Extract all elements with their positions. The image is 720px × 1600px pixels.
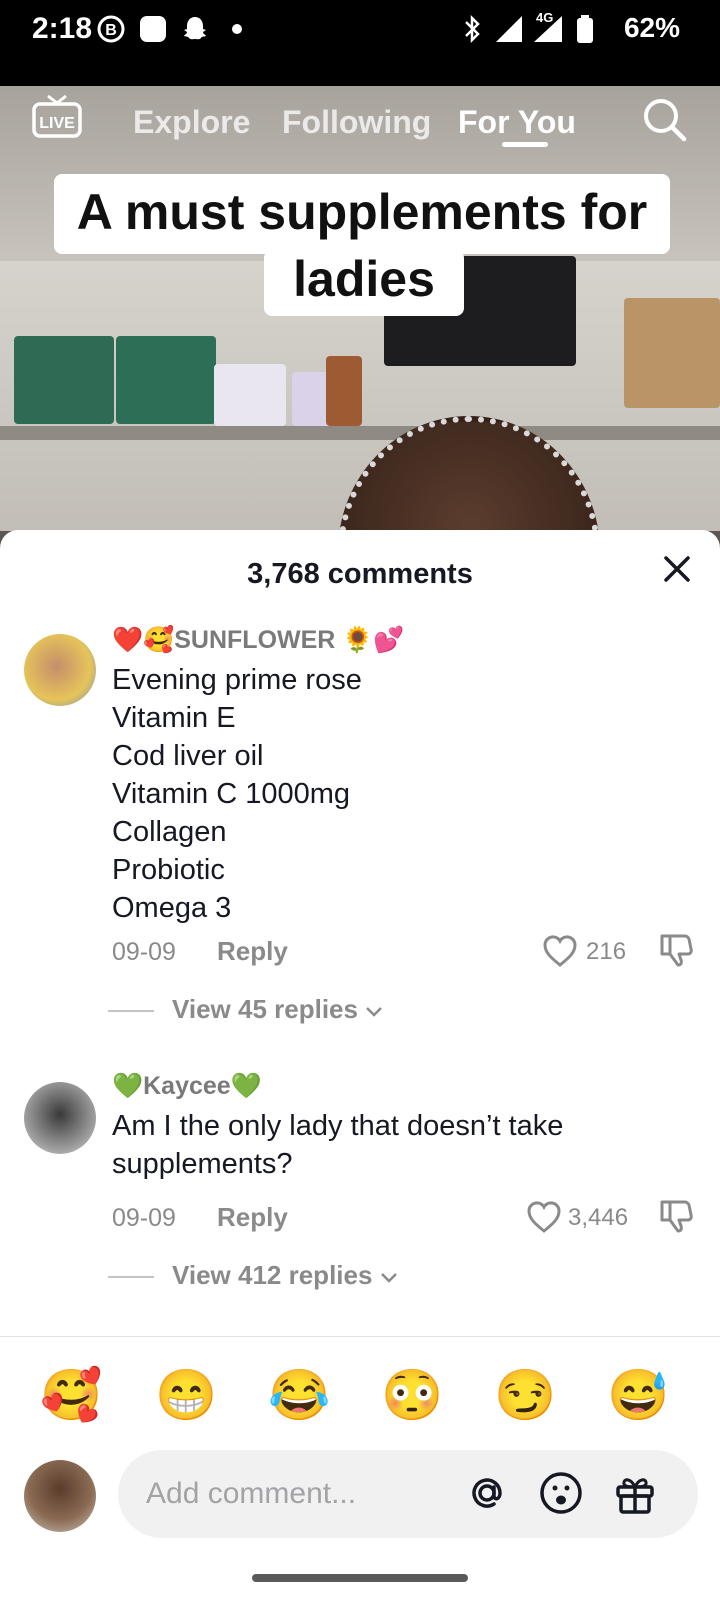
video-caption-line-1: A must supplements for [54,174,670,254]
comment-date: 09-09 [112,1204,176,1232]
divider [0,1336,720,1337]
emoji-grin[interactable]: 😁 [155,1363,217,1427]
emoji-flushed[interactable]: 😳 [381,1363,443,1427]
svg-text:LIVE: LIVE [39,115,75,132]
avatar[interactable] [24,1082,96,1154]
bluetooth-icon [465,14,480,44]
comment-input[interactable] [118,1450,698,1538]
close-icon[interactable] [660,552,694,586]
top-nav: LIVE Explore Following For You [0,86,720,166]
comments-sheet: 3,768 comments ❤️🥰SUNFLOWER 🌻💕 Evening p… [0,530,720,1600]
battery-percent: 62% [623,12,680,43]
signal-icon [496,16,522,42]
emoji-sweat-smile[interactable]: 😅 [607,1363,669,1427]
active-tab-indicator [502,142,548,147]
comment-date: 09-09 [112,938,176,966]
tab-for-you[interactable]: For You [458,104,576,141]
emoji-picker-icon[interactable] [538,1470,584,1516]
home-indicator[interactable] [252,1574,468,1582]
view-replies-button[interactable]: View 412 replies [108,1260,398,1291]
battery-icon [577,15,593,43]
dislike-icon[interactable] [658,1198,694,1234]
gift-icon[interactable] [612,1470,658,1516]
svg-text:B: B [105,22,117,39]
comments-count-title: 3,768 comments [247,558,473,590]
chevron-down-icon [380,1273,397,1283]
avatar[interactable] [24,1460,96,1532]
tab-following[interactable]: Following [282,104,431,141]
status-time: 2:18 [32,12,93,45]
emoji-smiling-hearts[interactable]: 🥰 [40,1363,102,1427]
view-replies-button[interactable]: View 45 replies [108,994,383,1025]
status-bar: 2:18 B 4G 62% [0,0,720,86]
b-badge-icon: B [97,15,125,43]
comment-username[interactable]: ❤️🥰SUNFLOWER 🌻💕 [112,626,405,655]
live-icon[interactable]: LIVE [32,94,82,140]
avatar[interactable] [24,634,96,706]
comment-username[interactable]: 💚Kaycee💚 [112,1072,262,1101]
like-count: 3,446 [568,1204,629,1231]
app-notification-icon [140,16,166,42]
comment-input-row [0,1450,720,1540]
quick-emoji-bar: 🥰 😁 😂 😳 😏 😅 [0,1363,720,1427]
chevron-down-icon [366,1007,383,1017]
tab-explore[interactable]: Explore [133,104,250,141]
like-count: 216 [586,938,627,965]
mention-icon[interactable] [464,1470,510,1516]
dislike-icon[interactable] [658,932,694,968]
reply-button[interactable]: Reply [217,936,288,967]
signal-4g-icon [534,16,562,42]
emoji-tears-of-joy[interactable]: 😂 [268,1363,330,1427]
heart-icon[interactable] [526,1200,562,1234]
heart-icon[interactable] [542,934,578,968]
dot-icon [232,24,242,34]
search-icon[interactable] [641,96,687,142]
snapchat-icon [184,17,206,40]
emoji-smirk[interactable]: 😏 [494,1363,556,1427]
reply-button[interactable]: Reply [217,1202,288,1233]
comment-text: Am I the only lady that doesn’t take sup… [112,1110,564,1180]
comment-text: Evening prime rose Vitamin E Cod liver o… [112,664,362,924]
video-caption-line-2: ladies [264,250,464,316]
